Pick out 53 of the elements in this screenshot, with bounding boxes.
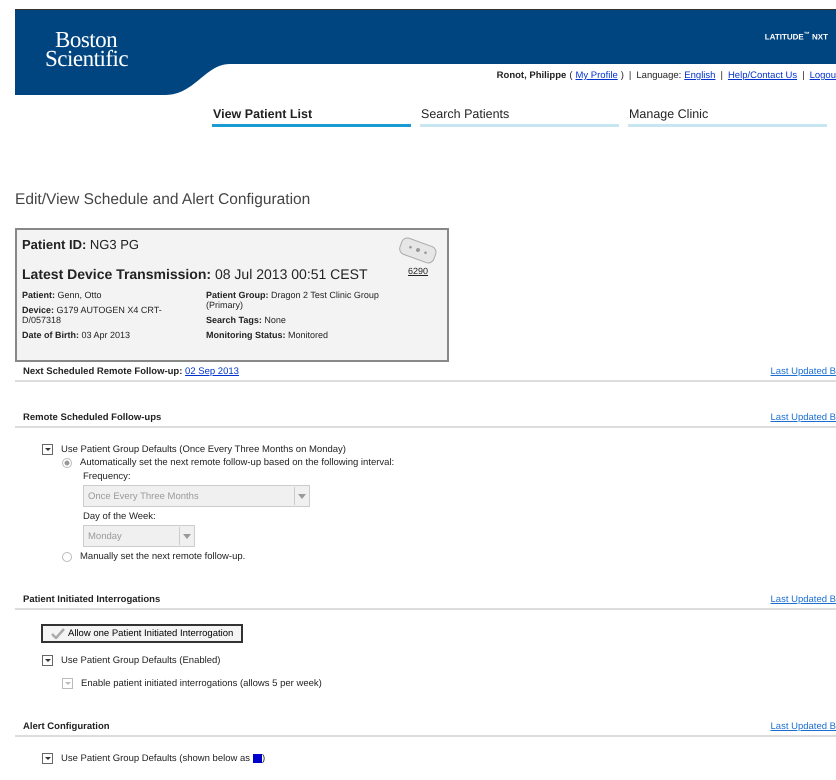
patient-field: Patient: Genn, Otto — [22, 290, 192, 300]
header-link[interactable]: English — [684, 70, 716, 81]
checkbox[interactable] — [42, 655, 53, 666]
bracket: ) — [620, 70, 624, 81]
checkbox-label: Use Patient Group Defaults (Enabled) — [61, 655, 220, 666]
separator: | — [628, 70, 632, 81]
product-name: LATITUDE$^{™}$ NXT — [764, 32, 828, 42]
radio-label: Manually set the next remote follow-up. — [80, 551, 246, 562]
section-title: Patient Initiated Interrogations — [23, 594, 160, 605]
user-name: Ronot, Philippe — [496, 70, 566, 81]
logo: Boston Scientific — [45, 30, 128, 68]
header-link[interactable]: My Profile — [576, 70, 618, 81]
bracket: ) — [262, 753, 266, 764]
separator: | — [801, 70, 806, 81]
device-code-link[interactable]: 6290 — [408, 266, 428, 276]
follow-up-date-link[interactable]: 02 Sep 2013 — [185, 366, 239, 377]
patient-id: Patient ID: NG3 PG — [22, 237, 140, 252]
next-follow-up-label: Next Scheduled Remote Follow-up: — [23, 366, 182, 377]
frequency-label: Frequency: — [83, 471, 132, 482]
patient-field: Date of Birth: 03 Apr 2013 — [22, 330, 192, 340]
patient-field: Device: G179 AUTOGEN X4 CRT-D/057318 — [22, 305, 192, 325]
dropdown-arrow-icon — [183, 534, 191, 538]
patient-field: Monitoring Status: Monitored — [206, 330, 406, 340]
header-link[interactable]: Logou — [810, 70, 836, 81]
header-link[interactable]: Help/Contact Us — [728, 70, 798, 81]
radio-button[interactable] — [62, 552, 72, 562]
dropdown-arrow-icon — [298, 494, 306, 498]
nav-tab[interactable]: View Patient List — [212, 105, 411, 127]
radio-button[interactable] — [62, 458, 72, 468]
nav-tab[interactable]: Search Patients — [420, 105, 619, 127]
checkmark-icon — [51, 628, 65, 639]
page-title: Edit/View Schedule and Alert Configuration — [15, 191, 312, 209]
section-title: Alert Configuration — [23, 721, 110, 732]
checkbox-label: Enable patient initiated interrogations (allows 5 per week) — [81, 678, 322, 689]
latest-transmission: Latest Device Transmission: 08 Jul 2013 00:51 CEST — [22, 266, 368, 282]
checkbox-label: Use Patient Group Defaults (Once Every Three Months on Monday) — [61, 444, 346, 455]
patient-field: Patient Group: Dragon 2 Test Clinic Group (Primary) — [206, 290, 406, 310]
patient-field: Search Tags: None — [206, 315, 406, 325]
last-updated-link[interactable]: Last Updated B — [770, 721, 836, 732]
last-updated-link[interactable]: Last Updated B — [770, 594, 836, 605]
allow-interrogation-button[interactable]: Allow one Patient Initiated Interrogation — [41, 624, 244, 643]
radio-label: Automatically set the next remote follow-up based on the following interval: — [80, 457, 394, 468]
bracket: ( — [569, 70, 572, 81]
checkbox[interactable] — [42, 444, 53, 455]
last-updated-link[interactable]: Last Updated B — [770, 366, 836, 377]
nav-tab[interactable]: Manage Clinic — [628, 105, 827, 127]
checkbox-label: Use Patient Group Defaults (shown below as — [61, 753, 250, 764]
section-title: Remote Scheduled Follow-ups — [23, 412, 162, 423]
separator: | — [719, 70, 724, 81]
day-label: Day of the Week: — [83, 511, 157, 522]
checkbox[interactable] — [42, 753, 53, 764]
last-updated-link[interactable]: Last Updated B — [770, 412, 836, 423]
language-label: Language: — [636, 70, 682, 81]
